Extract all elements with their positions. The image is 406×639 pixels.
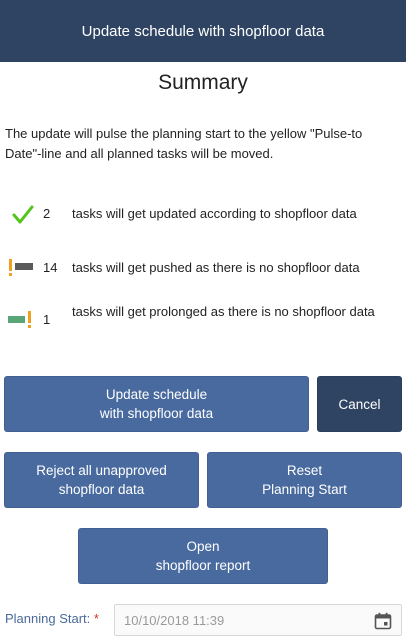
pushed-count: 14 [43,260,58,275]
summary-title: Summary [158,71,248,94]
summary-row-prolonged: 1 tasks will get prolonged as there is n… [0,304,406,344]
update-button-line-2: with shopfloor data [99,406,214,421]
report-button-line-1: Open [186,539,220,554]
updated-text: tasks will get updated according to shop… [72,206,357,221]
open-shopfloor-report-button[interactable]: Open shopfloor report [78,528,328,584]
planning-start-value: 10/10/2018 11:39 [124,613,225,628]
summary-description: The update will pulse the planning start… [5,126,363,161]
reject-button-line-2: shopfloor data [58,482,145,497]
planning-start-label-text: Planning Start: [5,611,91,626]
dialog-title: Update schedule with shopfloor data [81,22,325,40]
reset-planning-start-button[interactable]: Reset Planning Start [207,452,402,508]
reject-button-line-1: Reject all unapproved [36,463,167,478]
cancel-button-label: Cancel [338,396,381,412]
planning-start-field[interactable]: 10/10/2018 11:39 [114,604,402,636]
reject-unapproved-button[interactable]: Reject all unapproved shopfloor data [4,452,199,508]
dialog-header: Update schedule with shopfloor data [0,0,406,62]
cancel-button[interactable]: Cancel [317,376,402,432]
required-mark: * [93,611,99,626]
report-button-line-2: shopfloor report [155,558,251,573]
planning-start-label: Planning Start: * [5,611,99,626]
summary-row-pushed: 14 tasks will get pushed as there is no … [0,256,406,296]
prolonged-text: tasks will get prolonged as there is no … [72,304,375,319]
prolonged-count: 1 [43,312,51,327]
update-button-line-1: Update schedule [105,387,208,402]
pushed-bar-icon [9,259,33,276]
prolonged-bar-icon [8,311,31,328]
check-icon [12,205,34,224]
reset-button-line-2: Planning Start [262,482,347,497]
reset-button-line-1: Reset [286,463,323,478]
calendar-icon[interactable] [374,612,392,630]
update-schedule-button[interactable]: Update schedule with shopfloor data [4,376,309,432]
updated-count: 2 [43,206,51,221]
pushed-text: tasks will get pushed as there is no sho… [72,260,360,275]
summary-row-updated: 2 tasks will get updated according to sh… [0,202,406,242]
